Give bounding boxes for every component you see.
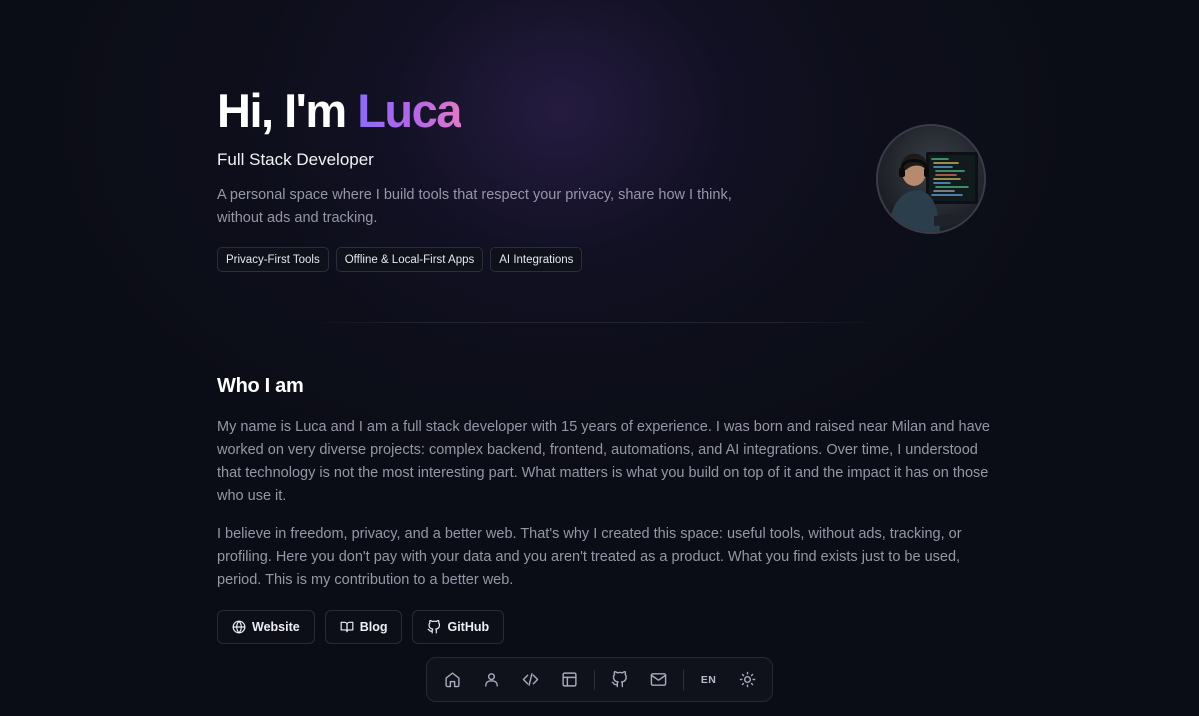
dock-mail-button[interactable] [639,660,678,699]
section-title-who-i-am: Who I am [217,375,304,397]
tag-privacy-first-tools: Privacy-First Tools [217,247,329,272]
home-icon [445,672,460,688]
github-button-label: GitHub [447,620,490,634]
dock-projects-button[interactable] [550,660,589,699]
dock-theme-button[interactable] [728,660,767,699]
developer-at-computer-photo [878,126,984,232]
tag-offline-local-first-apps: Offline & Local-First Apps [335,247,484,272]
website-button-label: Website [252,620,300,634]
sun-icon [739,671,756,688]
github-button[interactable]: GitHub [412,610,505,644]
dock-about-button[interactable] [472,660,511,699]
blog-button[interactable]: Blog [324,610,403,644]
blog-button-label: Blog [359,620,388,634]
dock-separator [683,669,684,690]
website-button[interactable]: Website [217,610,315,644]
link-buttons: Website Blog GitHub [217,610,505,644]
user-icon [485,673,498,687]
bottom-dock: EN [426,657,773,702]
mail-icon [650,673,667,686]
tag-ai-integrations: AI Integrations [490,247,583,272]
github-icon [428,620,441,634]
hero-description: A personal space where I build tools tha… [217,187,732,226]
github-icon [611,671,627,688]
dock-github-button[interactable] [600,660,639,699]
hero-subtitle: Full Stack Developer [217,150,374,169]
code-icon [522,673,539,686]
background-glow [0,0,1199,716]
dock-home-button[interactable] [433,660,472,699]
avatar [876,124,986,234]
hero-title: Hi, I'm Luca [217,82,462,140]
section-divider [307,322,887,323]
about-paragraph: I believe in freedom, privacy, and a bet… [217,526,962,588]
layout-icon [562,672,577,687]
book-icon [340,621,354,633]
dock-language-button[interactable]: EN [689,660,728,699]
dock-code-button[interactable] [511,660,550,699]
hero-name: Luca [357,84,462,137]
hero-greeting: Hi, I'm [217,84,347,137]
about-paragraph: My name is Luca and I am a full stack de… [217,419,990,504]
dock-separator [594,669,595,690]
tag-list: Privacy-First Tools Offline & Local-Firs… [217,247,583,272]
language-label: EN [700,673,717,686]
globe-icon [232,620,246,634]
